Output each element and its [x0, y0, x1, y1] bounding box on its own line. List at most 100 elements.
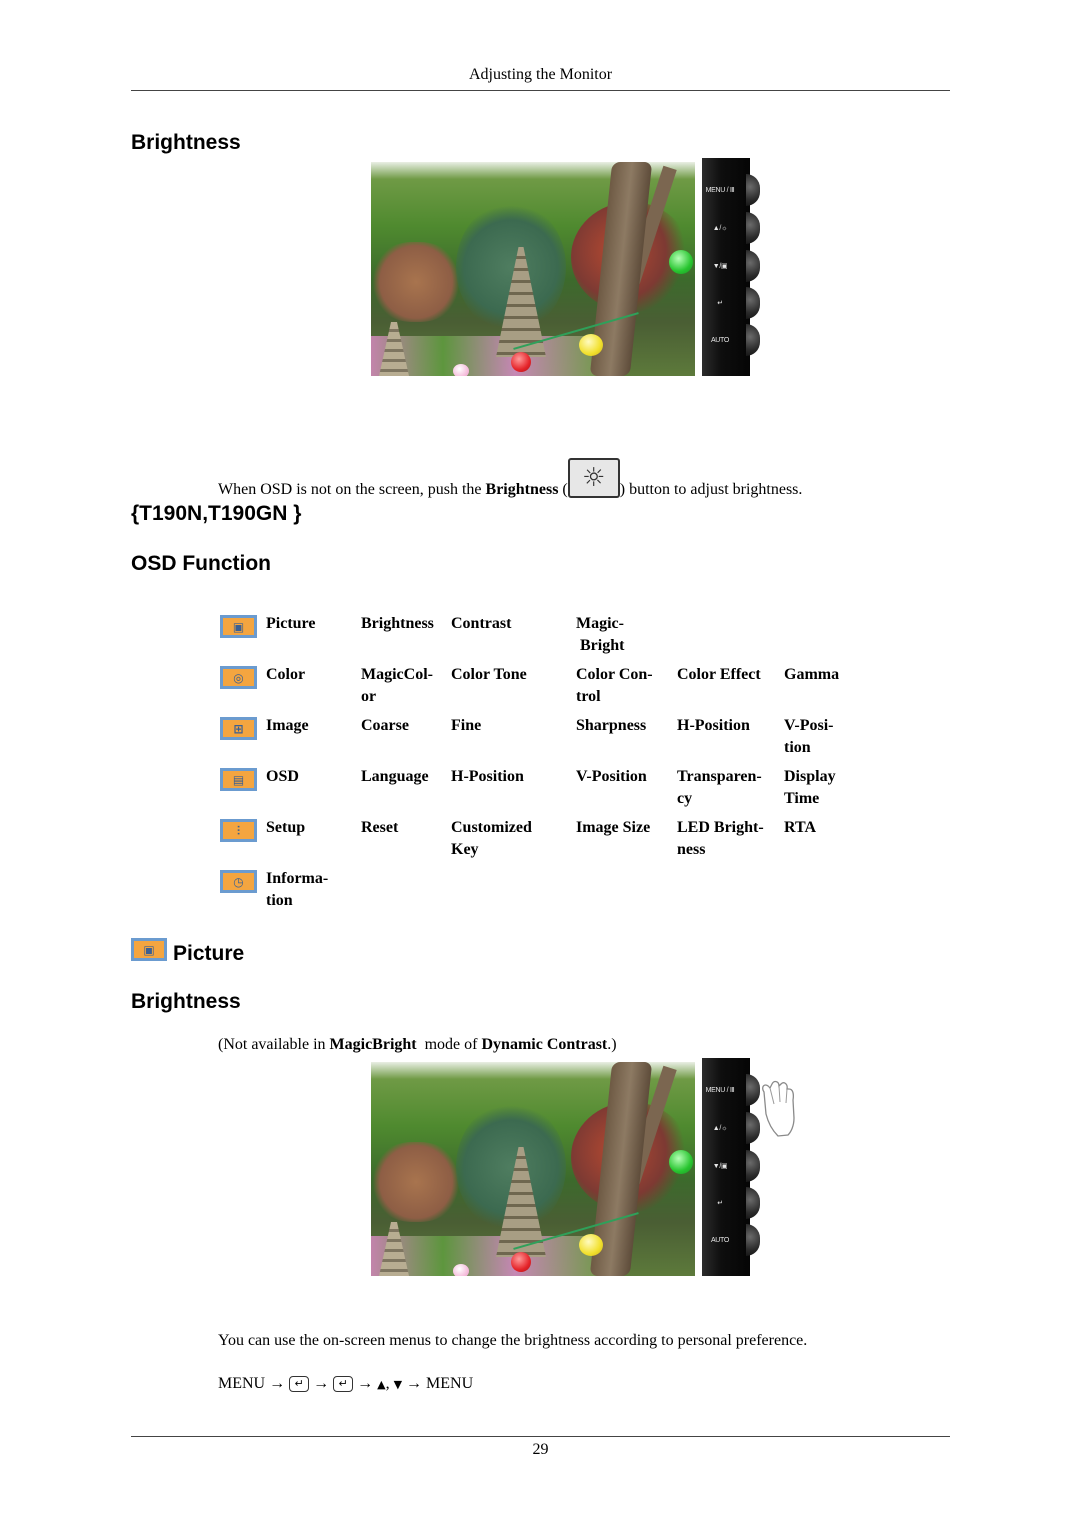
- photo-yellow-lantern: [579, 1234, 603, 1256]
- brightness-instruction: When OSD is not on the screen, push the …: [218, 458, 802, 499]
- photo-maple-tree: [371, 1142, 461, 1222]
- subsection-title-brightness: Brightness: [131, 990, 241, 1013]
- menu-button[interactable]: MENU / Ⅲ: [702, 172, 760, 208]
- enter-key-icon: ↵: [289, 1376, 310, 1392]
- availability-note: (Not available in MagicBright mode of Dy…: [218, 1036, 617, 1053]
- menu-button[interactable]: MENU / Ⅲ: [702, 1072, 760, 1108]
- osd-item: Color Tone: [451, 666, 527, 683]
- arrow-right-icon: →: [406, 1375, 423, 1392]
- auto-button[interactable]: AUTO: [702, 322, 760, 358]
- photo-red-lantern: [511, 352, 531, 372]
- enter-button[interactable]: ↵: [702, 285, 760, 321]
- up-triangle-icon: ▲: [377, 1378, 386, 1391]
- osd-icon: ▤: [220, 768, 257, 791]
- osd-menu-name: Setup: [266, 819, 306, 836]
- button-knob: [746, 1187, 760, 1219]
- osd-item: H-Position: [677, 717, 750, 734]
- osd-row-osd: ▤ OSD Language H-Position V-Position Tra…: [220, 766, 854, 817]
- osd-item: LED Bright- ness: [677, 819, 764, 858]
- button-knob: [746, 250, 760, 282]
- down-source-button[interactable]: ▼/▣: [702, 248, 760, 284]
- osd-item: Color Effect: [677, 666, 761, 683]
- arrow-right-icon: →: [269, 1375, 286, 1392]
- auto-icon: AUTO: [710, 1236, 730, 1244]
- osd-menu-name: Picture: [266, 615, 316, 632]
- osd-item: Customized Key: [451, 819, 532, 858]
- osd-item: Magic- Bright: [576, 615, 625, 654]
- menu-sequence: MENU → ↵ → ↵ → ▲, ▼ → MENU: [218, 1375, 474, 1392]
- header-rule: [131, 90, 950, 91]
- arrow-right-icon: →: [313, 1375, 330, 1392]
- osd-item: V-Position: [576, 768, 647, 785]
- arrow-right-icon: →: [357, 1375, 374, 1392]
- running-header: Adjusting the Monitor: [468, 66, 613, 83]
- button-knob: [746, 1150, 760, 1182]
- monitor-button-panel: MENU / Ⅲ ▲/☼ ▼/▣ ↵ AUTO: [702, 158, 760, 376]
- image-icon: ⊞: [220, 717, 257, 740]
- osd-item: Color Con- trol: [576, 666, 653, 705]
- picture-section-icon: ▣: [131, 938, 167, 961]
- button-knob: [746, 1224, 760, 1256]
- osd-row-image: ⊞ Image Coarse Fine Sharpness H-Position…: [220, 715, 854, 766]
- enter-icon: ↵: [717, 300, 723, 307]
- description-text: You can use the on-screen menus to chang…: [218, 1332, 808, 1349]
- sun-icon: ☼: [582, 463, 606, 493]
- photo-maple-tree: [371, 242, 461, 322]
- button-knob: [746, 174, 760, 206]
- osd-item: MagicCol- or: [361, 666, 433, 705]
- auto-icon: AUTO: [710, 336, 730, 344]
- auto-button[interactable]: AUTO: [702, 1222, 760, 1258]
- osd-item: [677, 613, 784, 664]
- picture-icon: ▣: [220, 615, 257, 638]
- information-icon: ◷: [220, 870, 257, 893]
- osd-menu-name: Image: [266, 717, 309, 734]
- osd-item: [784, 868, 854, 919]
- osd-item: Sharpness: [576, 717, 647, 734]
- osd-menu-name: Color: [266, 666, 306, 683]
- monitor-screen-photo: [371, 162, 695, 376]
- photo-green-lantern: [669, 250, 693, 274]
- section-title-picture: Picture: [173, 942, 245, 965]
- monitor-screen-photo: [371, 1062, 695, 1276]
- osd-function-table: ▣ Picture Brightness Contrast Magic- Bri…: [220, 613, 854, 919]
- photo-green-lantern: [669, 1150, 693, 1174]
- button-knob: [746, 212, 760, 244]
- page-number: 29: [532, 1441, 549, 1458]
- enter-key-icon: ↵: [333, 1376, 354, 1392]
- button-knob: [746, 287, 760, 319]
- osd-item: Fine: [451, 717, 482, 734]
- osd-row-information: ◷ Informa- tion: [220, 868, 854, 919]
- osd-item: V-Posi- tion: [784, 717, 834, 756]
- down-source-button[interactable]: ▼/▣: [702, 1148, 760, 1184]
- osd-item: [677, 868, 784, 919]
- osd-item: [576, 868, 677, 919]
- setup-icon: ⫶: [220, 819, 257, 842]
- osd-item: Display Time: [784, 768, 836, 807]
- osd-item: Language: [361, 768, 429, 785]
- osd-item: [361, 868, 451, 919]
- photo-red-lantern: [511, 1252, 531, 1272]
- down-triangle-icon: ▼: [393, 1378, 403, 1391]
- osd-item: Reset: [361, 819, 399, 836]
- models-heading: {T190N,T190GN }: [131, 502, 302, 525]
- color-icon: ◎: [220, 666, 257, 689]
- down-source-icon: ▼/▣: [712, 1163, 728, 1170]
- up-brightness-button[interactable]: ▲/☼: [702, 1110, 760, 1146]
- enter-button[interactable]: ↵: [702, 1185, 760, 1221]
- pointing-hand-icon: [762, 1080, 795, 1137]
- osd-item: Coarse: [361, 717, 409, 734]
- photo-pink-lantern: [453, 1264, 469, 1276]
- osd-menu-name: OSD: [266, 768, 299, 785]
- osd-row-picture: ▣ Picture Brightness Contrast Magic- Bri…: [220, 613, 854, 664]
- osd-item: Image Size: [576, 819, 651, 836]
- osd-item: H-Position: [451, 768, 524, 785]
- up-brightness-button[interactable]: ▲/☼: [702, 210, 760, 246]
- osd-item: [784, 613, 854, 664]
- footer-rule: [131, 1436, 950, 1437]
- enter-icon: ↵: [717, 1200, 723, 1207]
- photo-yellow-lantern: [579, 334, 603, 356]
- osd-item: Transparen- cy: [677, 768, 762, 807]
- menu-icon: MENU / Ⅲ: [705, 1087, 735, 1094]
- osd-row-color: ◎ Color MagicCol- or Color Tone Color Co…: [220, 664, 854, 715]
- osd-menu-name: Informa- tion: [266, 870, 329, 909]
